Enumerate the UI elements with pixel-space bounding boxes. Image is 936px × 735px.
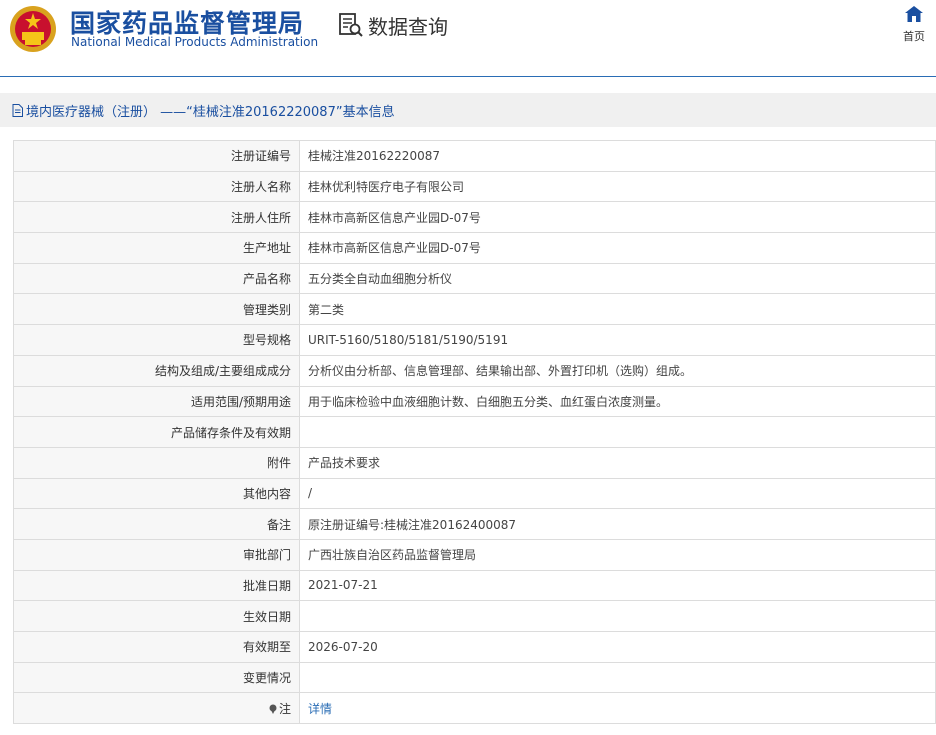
breadcrumb: 境内医疗器械（注册） ——“桂械注准20162220087”基本信息	[0, 93, 936, 127]
table-row: 型号规格 URIT-5160/5180/5181/5190/5191	[13, 324, 936, 356]
table-row: 有效期至 2026-07-20	[13, 631, 936, 663]
table-row: 其他内容 /	[13, 477, 936, 510]
table-row: 注册证编号 桂械注准20162220087	[13, 140, 936, 172]
field-label: 附件	[13, 446, 300, 479]
field-value	[299, 661, 936, 694]
field-label: 生效日期	[13, 600, 300, 632]
table-row: 生产地址 桂林市高新区信息产业园D-07号	[13, 232, 936, 264]
breadcrumb-text: 境内医疗器械（注册） ——“桂械注准20162220087”基本信息	[26, 104, 395, 120]
field-value: 分析仪由分析部、信息管理部、结果输出部、外置打印机（选购）组成。	[299, 354, 936, 387]
field-label: 产品名称	[13, 262, 300, 295]
field-label: 适用范围/预期用途	[13, 385, 300, 418]
national-emblem-icon	[10, 6, 56, 52]
field-label: 有效期至	[13, 631, 300, 663]
field-value: 产品技术要求	[299, 446, 936, 479]
table-row: 管理类别 第二类	[13, 293, 936, 326]
note-label: 注	[278, 701, 291, 716]
table-row: 注册人名称 桂林优利特医疗电子有限公司	[13, 170, 936, 203]
field-label: 结构及组成/主要组成成分	[13, 354, 300, 387]
field-value: 桂林市高新区信息产业园D-07号	[299, 232, 936, 264]
device-info-rows: 注册证编号 桂械注准20162220087 注册人名称 桂林优利特医疗电子有限公司 注册…	[13, 140, 936, 725]
field-value: 用于临床检验中血液细胞计数、白细胞五分类、血红蛋白浓度测量。	[299, 385, 936, 418]
detail-link[interactable]: 详情	[308, 702, 332, 716]
home-label: 首页	[903, 30, 925, 43]
home-icon	[905, 6, 923, 22]
field-label: 生产地址	[13, 232, 300, 264]
table-row-note: 注 详情	[13, 692, 936, 725]
note-value-cell: 详情	[299, 692, 936, 725]
table-row: 适用范围/预期用途 用于临床检验中血液细胞计数、白细胞五分类、血红蛋白浓度测量。	[13, 385, 936, 418]
field-label: 批准日期	[13, 569, 300, 602]
field-label: 管理类别	[13, 293, 300, 326]
data-query-heading: 数据查询	[338, 10, 448, 40]
field-label: 备注	[13, 508, 300, 540]
table-row: 产品储存条件及有效期	[13, 416, 936, 448]
pin-icon	[269, 704, 277, 714]
field-value: 桂林市高新区信息产业园D-07号	[299, 201, 936, 234]
table-row: 附件 产品技术要求	[13, 446, 936, 479]
table-row: 审批部门 广西壮族自治区药品监督管理局	[13, 538, 936, 571]
field-label: 注册人住所	[13, 201, 300, 234]
field-value: 桂林优利特医疗电子有限公司	[299, 170, 936, 203]
field-value: 2021-07-21	[299, 569, 936, 602]
field-label: 注册人名称	[13, 170, 300, 203]
note-label-cell: 注	[13, 692, 300, 725]
table-row: 备注 原注册证编号:桂械注准20162400087	[13, 508, 936, 540]
field-value: URIT-5160/5180/5181/5190/5191	[299, 324, 936, 356]
field-value: 五分类全自动血细胞分析仪	[299, 262, 936, 295]
site-header: 国家药品监督管理局 National Medical Products Admi…	[0, 0, 936, 76]
home-button[interactable]: 首页	[896, 6, 932, 44]
field-label: 注册证编号	[13, 140, 300, 172]
field-label: 其他内容	[13, 477, 300, 510]
field-value: 2026-07-20	[299, 631, 936, 663]
table-row: 批准日期 2021-07-21	[13, 569, 936, 602]
site-subtitle: National Medical Products Administration	[71, 35, 319, 49]
table-row: 产品名称 五分类全自动血细胞分析仪	[13, 262, 936, 295]
field-value: 第二类	[299, 293, 936, 326]
table-row: 生效日期	[13, 600, 936, 632]
table-row: 变更情况	[13, 661, 936, 694]
field-value: 原注册证编号:桂械注准20162400087	[299, 508, 936, 540]
field-label: 产品储存条件及有效期	[13, 416, 300, 448]
field-label: 型号规格	[13, 324, 300, 356]
field-value: 桂械注准20162220087	[299, 140, 936, 172]
device-info-table: 注册证编号 桂械注准20162220087 注册人名称 桂林优利特医疗电子有限公司 注册…	[13, 140, 936, 725]
field-value	[299, 600, 936, 632]
document-search-icon	[339, 13, 363, 37]
field-value: 广西壮族自治区药品监督管理局	[299, 538, 936, 571]
header-divider	[0, 76, 936, 77]
table-row: 结构及组成/主要组成成分 分析仪由分析部、信息管理部、结果输出部、外置打印机（选购…	[13, 354, 936, 387]
field-label: 变更情况	[13, 661, 300, 694]
document-icon	[12, 103, 23, 117]
field-label: 审批部门	[13, 538, 300, 571]
data-query-label: 数据查询	[368, 14, 448, 39]
table-row: 注册人住所 桂林市高新区信息产业园D-07号	[13, 201, 936, 234]
field-value: /	[299, 477, 936, 510]
field-value	[299, 416, 936, 448]
